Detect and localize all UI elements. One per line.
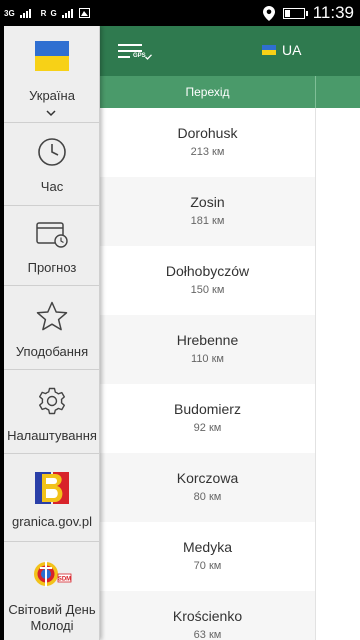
crossing-distance: 92 км <box>193 422 222 434</box>
ukraine-flag-icon <box>262 45 276 55</box>
sidebar-item-label: Світовий День Молоді <box>8 602 96 633</box>
table-row[interactable]: Zosin 181 км <box>100 177 315 246</box>
crossings-list[interactable]: Dorohusk 213 км Zosin 181 км Dołhobyczów… <box>100 108 360 640</box>
crossing-distance: 150 км <box>190 284 225 296</box>
sidebar-item-label: Налаштування <box>7 428 97 443</box>
country-code: UA <box>282 42 302 58</box>
table-row[interactable]: Medyka 70 км <box>100 522 315 591</box>
table-row[interactable]: Dołhobyczów 150 км <box>100 246 315 315</box>
clock-icon <box>38 138 66 166</box>
crossing-distance: 80 км <box>193 491 222 503</box>
table-header: Перехід <box>100 76 360 108</box>
sidebar-item-time[interactable]: Час <box>4 123 99 206</box>
country-label: Україна <box>29 88 75 103</box>
crossing-distance: 181 км <box>190 215 225 227</box>
crossing-distance: 63 км <box>193 629 222 640</box>
sdm-logo-icon: SDM <box>34 561 72 587</box>
crossing-name: Zosin <box>190 194 225 210</box>
svg-text:SDM: SDM <box>58 577 71 583</box>
gps-menu-button[interactable]: GPS <box>118 40 152 64</box>
table-row[interactable]: Korczowa 80 км <box>100 453 315 522</box>
checkmark-icon <box>145 54 152 60</box>
chevron-down-icon <box>46 110 56 117</box>
crossing-distance: 110 км <box>191 353 224 365</box>
battery-icon <box>282 7 308 19</box>
status-bar: 3G R G 11:39 <box>0 0 360 26</box>
crossing-distance: 70 км <box>193 560 222 572</box>
signal-icon <box>19 8 31 18</box>
gear-icon <box>39 387 65 415</box>
image-notification-icon <box>78 8 90 18</box>
sidebar-item-favorites[interactable]: Уподобання <box>4 286 99 370</box>
crossing-name: Korczowa <box>176 470 239 486</box>
sidebar-item-wyd[interactable]: SDM Світовий День Молоді <box>4 542 99 640</box>
sidebar-item-label: Уподобання <box>15 344 89 359</box>
crossing-name: Dołhobyczów <box>165 263 250 279</box>
gps-label: GPS <box>133 53 146 59</box>
table-row[interactable]: Dorohusk 213 км <box>100 108 315 177</box>
crossing-name: Krościenko <box>172 608 243 624</box>
granica-logo-icon <box>35 472 69 504</box>
column-divider <box>315 76 316 108</box>
network-type-2-g: G <box>50 8 57 18</box>
crossing-name: Medyka <box>182 539 233 555</box>
status-left: 3G R G <box>4 5 90 21</box>
sidebar-item-forecast[interactable]: Прогноз <box>4 206 99 286</box>
table-row[interactable]: Budomierz 92 км <box>100 384 315 453</box>
calendar-icon <box>36 222 68 248</box>
star-icon <box>36 301 68 331</box>
network-type-2: R <box>40 8 47 18</box>
country-selector[interactable]: Україна <box>4 26 99 123</box>
status-right: 11:39 <box>262 3 354 23</box>
sidebar-item-granica[interactable]: granica.gov.pl <box>4 454 99 542</box>
clock-time: 11:39 <box>312 3 354 22</box>
column-header-crossing[interactable]: Перехід <box>100 85 315 99</box>
table-row[interactable]: Hrebenne 110 км <box>100 315 315 384</box>
sidebar-item-label: Час <box>40 179 64 194</box>
navigation-drawer: Україна Час Прогноз Уподобання Налаштува… <box>4 26 100 640</box>
crossing-distance: 213 км <box>190 146 225 158</box>
location-icon <box>262 5 275 21</box>
country-switcher[interactable]: UA <box>262 42 301 58</box>
ukraine-flag-icon <box>35 41 69 71</box>
sidebar-item-label: granica.gov.pl <box>12 514 92 529</box>
table-row[interactable]: Krościenko 63 км <box>100 591 315 640</box>
network-type-1: 3G <box>4 8 15 18</box>
crossing-name: Budomierz <box>174 401 241 417</box>
sidebar-item-settings[interactable]: Налаштування <box>4 370 99 454</box>
app-header: GPS UA <box>100 26 360 76</box>
secondary-column <box>315 108 360 640</box>
sidebar-item-label: Прогноз <box>27 260 77 275</box>
signal-icon-2 <box>61 8 73 18</box>
crossing-name: Dorohusk <box>177 125 238 141</box>
crossing-name: Hrebenne <box>176 332 239 348</box>
